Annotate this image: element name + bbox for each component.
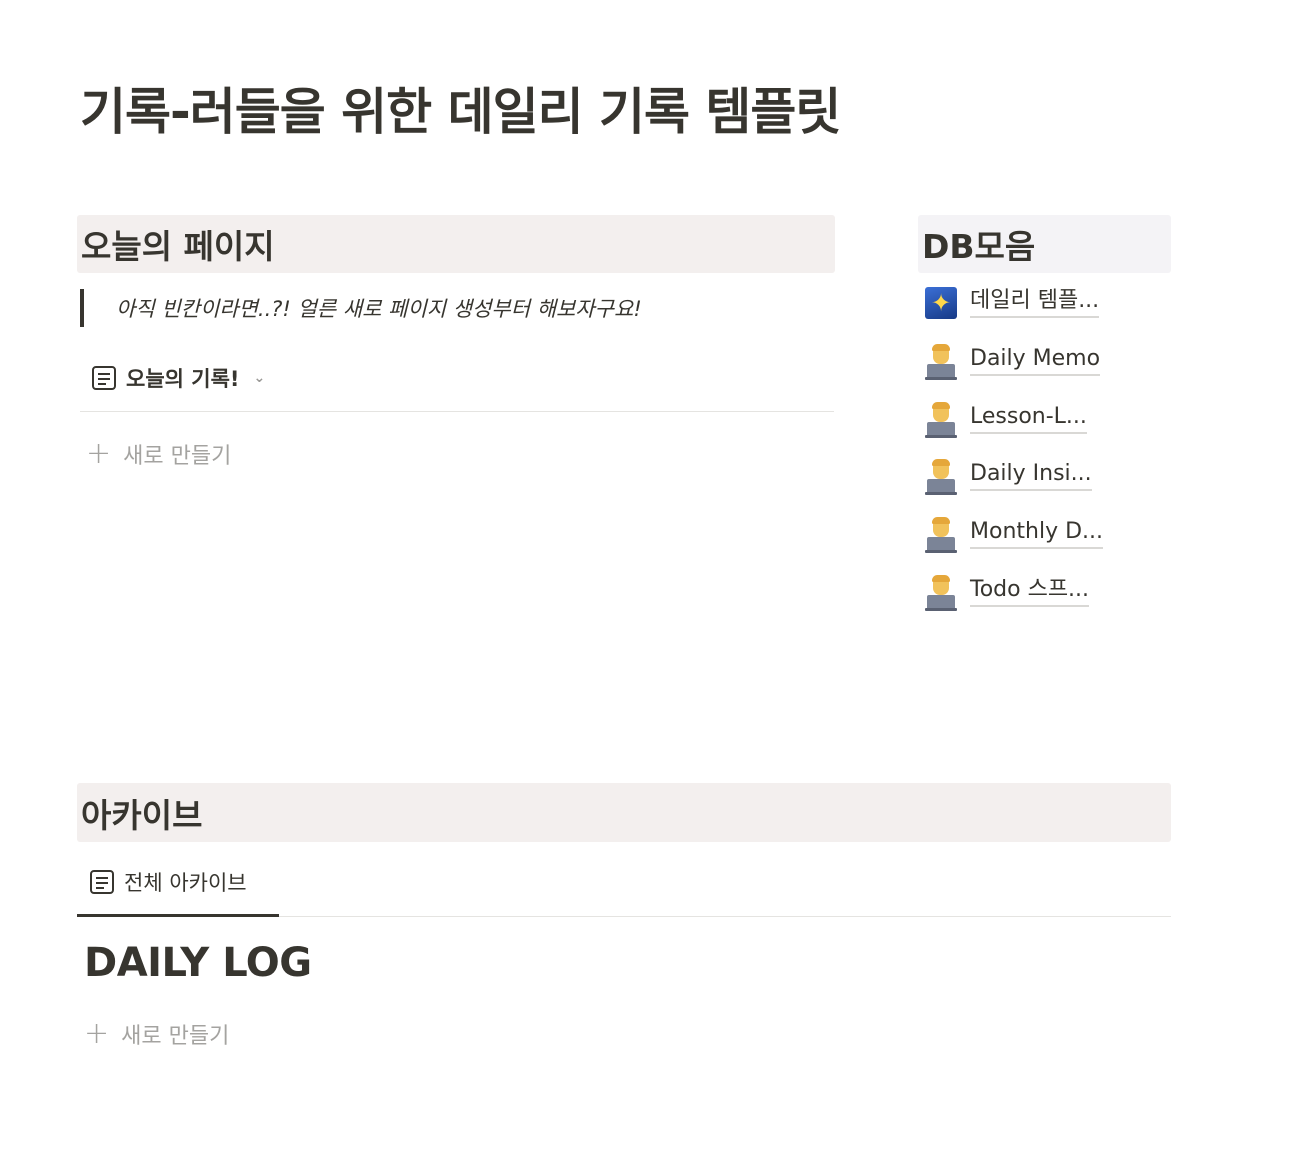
db-heading: DB모음	[918, 215, 1171, 273]
db-link-label: 데일리 템플...	[970, 288, 1100, 319]
new-page-label: 새로 만들기	[121, 1024, 230, 1049]
db-link-label: Todo 스프...	[970, 577, 1090, 608]
shooting-star-icon: ✦	[924, 286, 958, 320]
db-link-todo[interactable]: Todo 스프...	[924, 572, 1124, 612]
db-link-label: Daily Memo	[970, 346, 1101, 377]
db-heading-text: DB모음	[922, 227, 1036, 266]
today-quote-text: 아직 빈칸이라면..?! 얼른 새로 페이지 생성부터 해보자구요!	[116, 297, 642, 321]
today-quote: 아직 빈칸이라면..?! 얼른 새로 페이지 생성부터 해보자구요!	[80, 289, 642, 327]
technologist-icon	[924, 402, 958, 438]
plus-icon: +	[84, 1016, 110, 1051]
db-link-daily-memo[interactable]: Daily Memo	[924, 341, 1124, 381]
group-title: DAILY LOG	[84, 940, 312, 986]
archive-heading-text: 아카이브	[81, 795, 203, 835]
active-tab-indicator	[77, 914, 279, 917]
view-tab-today-record[interactable]: 오늘의 기록! ⌄	[92, 362, 265, 394]
db-link-lesson-log[interactable]: Lesson-L...	[924, 399, 1124, 439]
db-link-daily-template[interactable]: ✦ 데일리 템플...	[924, 283, 1124, 323]
chevron-down-icon[interactable]: ⌄	[254, 370, 266, 386]
plus-icon: +	[86, 436, 112, 471]
view-divider	[80, 411, 834, 412]
view-tab-label: 오늘의 기록!	[126, 367, 240, 391]
new-page-button[interactable]: + 새로 만들기	[84, 1016, 229, 1052]
db-link-daily-insight[interactable]: Daily Insi...	[924, 456, 1124, 496]
technologist-icon	[924, 344, 958, 380]
new-page-button[interactable]: + 새로 만들기	[86, 436, 231, 472]
db-link-label: Lesson-L...	[970, 404, 1087, 435]
technologist-icon	[924, 575, 958, 611]
technologist-icon	[924, 459, 958, 495]
db-link-label: Monthly D...	[970, 519, 1103, 550]
db-link-monthly[interactable]: Monthly D...	[924, 514, 1124, 554]
today-heading: 오늘의 페이지	[77, 215, 835, 273]
view-tab-all-archive[interactable]: 전체 아카이브	[90, 866, 247, 898]
page-icon	[92, 366, 116, 390]
notion-page: 기록-러들을 위한 데일리 기록 템플릿 오늘의 페이지 아직 빈칸이라면..?…	[0, 0, 1298, 1154]
archive-heading: 아카이브	[77, 783, 1171, 842]
technologist-icon	[924, 517, 958, 553]
view-tab-label: 전체 아카이브	[124, 871, 247, 895]
page-icon	[90, 870, 114, 894]
page-title: 기록-러들을 위한 데일리 기록 템플릿	[80, 83, 841, 141]
db-link-label: Daily Insi...	[970, 461, 1092, 492]
today-heading-text: 오늘의 페이지	[81, 227, 275, 266]
new-page-label: 새로 만들기	[123, 444, 232, 469]
